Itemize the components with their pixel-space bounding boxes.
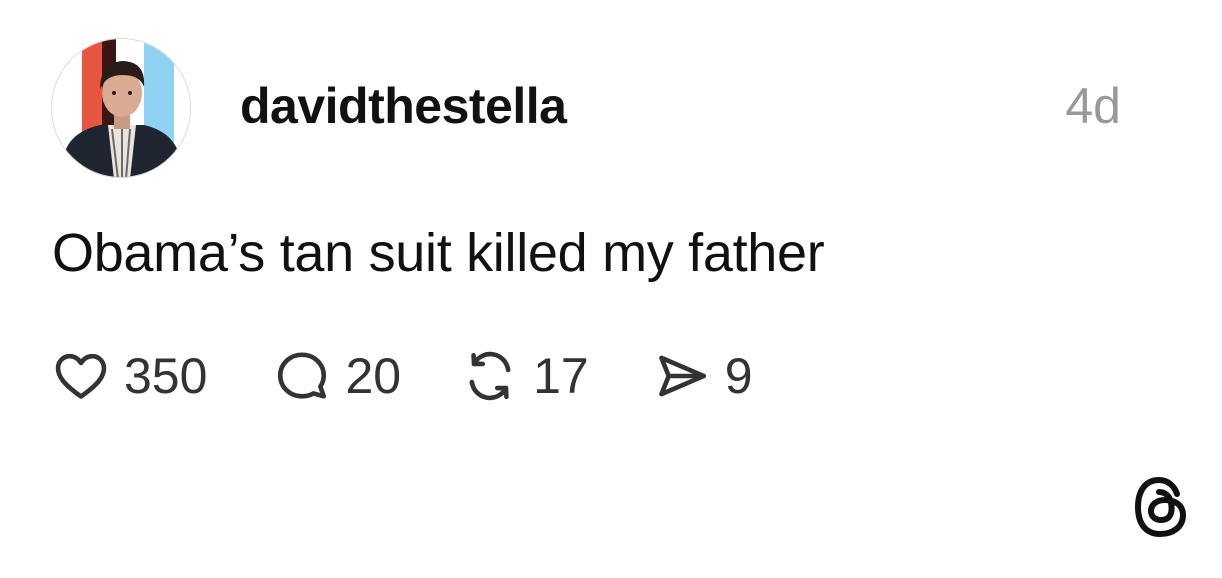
like-button[interactable]: 350 — [52, 346, 207, 406]
share-count: 9 — [724, 348, 753, 404]
heart-icon — [52, 347, 110, 405]
share-button[interactable]: 9 — [653, 346, 753, 406]
post-timestamp[interactable]: 4d — [1065, 76, 1121, 136]
like-count: 350 — [124, 348, 208, 404]
post-text: Obama’s tan suit killed my father — [52, 223, 825, 283]
username[interactable]: davidthestella — [240, 76, 567, 136]
reply-button[interactable]: 20 — [273, 346, 401, 406]
threads-logo-icon — [1130, 474, 1192, 540]
repost-arrows-icon — [461, 347, 519, 405]
reply-count: 20 — [345, 348, 402, 404]
avatar-image — [52, 39, 190, 177]
avatar[interactable] — [51, 38, 191, 178]
repost-count: 17 — [533, 348, 589, 404]
paper-plane-icon — [653, 347, 711, 405]
post-actions: 350 20 17 9 — [52, 344, 753, 408]
speech-bubble-icon — [273, 347, 331, 405]
repost-button[interactable]: 17 — [461, 346, 589, 406]
